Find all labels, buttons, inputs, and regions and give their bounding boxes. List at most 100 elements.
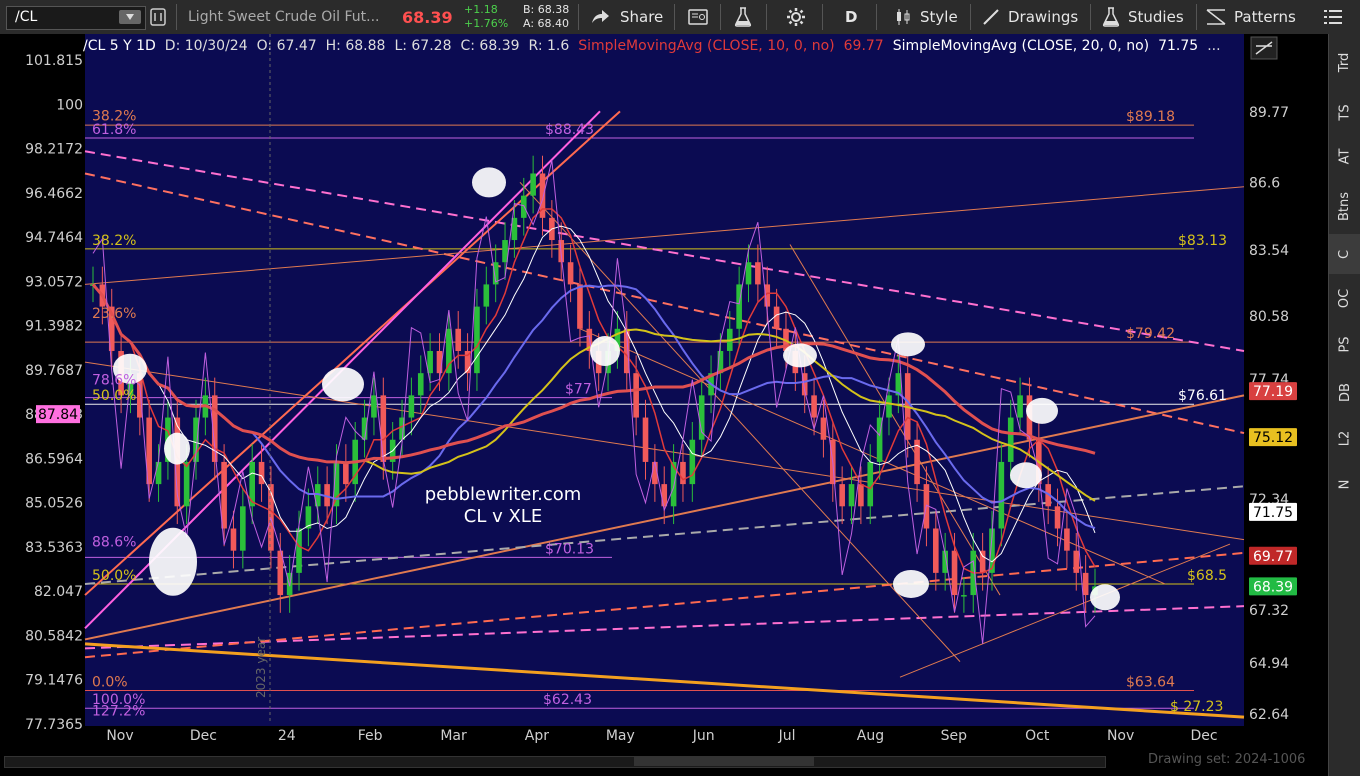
studies-button[interactable]: Studies [1102,0,1184,34]
x-axis-tick: Feb [358,728,383,744]
style-button[interactable]: Style [894,0,958,34]
candle-body [642,417,649,462]
candle-body [230,528,237,551]
gear-icon[interactable] [786,0,806,34]
toolbar-divider [766,4,767,30]
chart-title: /CL 5 Y 1D [83,38,156,54]
candle-body [1064,528,1070,551]
sidebar-tab-c[interactable]: C [1329,234,1360,274]
candle-body [979,550,986,573]
bid-price: B: 68.38 [523,3,570,16]
timeframe-selector[interactable]: D [845,0,857,34]
sidebar-tab-db[interactable]: DB [1329,372,1360,412]
sidebar-tab-label: Btns [1337,191,1353,221]
scrollbar-thumb[interactable] [634,756,814,766]
sma10-label[interactable]: SimpleMovingAvg (CLOSE, 10, 0, no) [578,38,834,54]
patterns-button[interactable]: Patterns [1206,0,1296,34]
left-axis-tick: 100 [56,97,83,113]
sidebar-tab-l2[interactable]: L2 [1329,418,1360,458]
sidebar-tab-ps[interactable]: PS [1329,324,1360,364]
fib-label: 50.0% [92,388,136,404]
candle-body [820,417,827,440]
highlight-ellipse [783,343,817,368]
toolbar-divider [876,4,877,30]
bottom-scrollbar[interactable]: Drawing set: 2024-1006 [0,748,1328,776]
chart-area[interactable]: 101.815 100 98.2172 96.4662 94.7464 93.0572 91… [0,34,1328,776]
left-axis-tick: 85.0526 [25,496,83,512]
x-axis-tick: Jul [778,728,796,744]
candle-body [530,173,536,196]
settings-icon[interactable] [150,0,166,34]
candle-body [371,395,377,418]
x-axis-tick: Dec [1190,728,1217,744]
highlight-ellipse [891,332,925,357]
price-badge-text: 77.19 [1253,384,1293,400]
highlight-ellipse [1026,397,1058,424]
left-axis-tick: 94.7464 [25,230,83,246]
price-chart[interactable]: 101.815 100 98.2172 96.4662 94.7464 93.0572 91… [0,34,1328,776]
toolbar-divider [822,4,823,30]
candle-body [858,484,864,507]
candle-body [998,461,1005,529]
price-label: $77 [565,382,592,398]
scrollbar-track[interactable] [4,756,1106,768]
sidebar-tab-n[interactable]: N [1329,464,1360,504]
candle-body [417,373,424,396]
fib-label: 61.8% [92,122,136,138]
right-axis-tick: 62.64 [1249,707,1289,723]
sidebar-tab-label: Trd [1337,52,1353,72]
price-label: $63.64 [1126,674,1175,690]
sma20-label[interactable]: SimpleMovingAvg (CLOSE, 20, 0, no) [893,38,1149,54]
fib-label: 78.6% [92,373,136,389]
sidebar-tab-trd[interactable]: Trd [1329,42,1360,82]
highlight-ellipse [149,527,197,596]
candle-body [567,262,574,285]
candle-body [961,595,967,597]
candle-body [886,395,892,418]
chevron-down-icon[interactable] [119,10,141,24]
toolbar-divider [578,4,579,30]
price-badge-text: 71.75 [1253,505,1293,521]
candle-body [1082,572,1089,596]
sidebar-tab-at[interactable]: AT [1329,136,1360,176]
news-icon[interactable] [688,0,708,34]
candle-body [221,461,227,529]
x-axis-tick: May [606,728,635,744]
sma20-value: 71.75 [1158,38,1199,54]
sidebar-tab-ts[interactable]: TS [1329,92,1360,132]
price-label: $76.61 [1178,388,1227,404]
price-label: $89.18 [1126,109,1175,125]
left-axis-tick: 96.4662 [25,186,83,202]
percent-change: +1.76% [464,17,509,30]
header-high: H: 68.88 [325,38,386,54]
x-axis-tick: Oct [1025,728,1050,744]
candle-body [698,395,705,440]
flask-icon[interactable] [734,0,752,34]
toolbar: /CL Light Sweet Crude Oil Fut... 68.39 +… [0,0,1360,35]
fib-label: 127.2% [92,703,145,719]
sidebar-tab-oc[interactable]: OC [1329,278,1360,318]
price-badge-text: 68.39 [1253,579,1293,595]
style-label: Style [920,8,958,26]
sidebar-tab-btns[interactable]: Btns [1329,186,1360,226]
candle-body [1073,550,1080,573]
more-studies[interactable]: ... [1207,38,1220,54]
header-range: R: 1.6 [528,38,570,54]
symbol-selector[interactable]: /CL [6,6,146,30]
candle-body [455,328,462,351]
right-axis-tick: 86.6 [1249,175,1280,191]
left-axis-tick: 79.1476 [25,673,83,689]
candle-body [408,395,415,418]
menu-icon[interactable] [1324,0,1342,34]
candle-body [1054,506,1061,529]
drawings-label: Drawings [1008,8,1079,26]
share-button[interactable]: Share [590,0,663,34]
pattern-icon [1206,9,1226,25]
highlight-ellipse [590,335,620,366]
patterns-label: Patterns [1234,8,1296,26]
left-axis-tick: 77.7365 [25,717,83,733]
drawings-button[interactable]: Drawings [982,0,1078,34]
candle-body [848,484,855,507]
price-badge-text: 69.77 [1253,549,1293,565]
candle-body [839,484,845,507]
